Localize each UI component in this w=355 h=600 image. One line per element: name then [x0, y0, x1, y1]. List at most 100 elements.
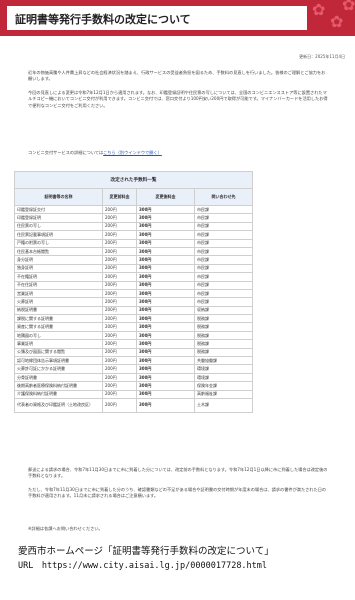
- row-contact: 市民課: [193, 230, 254, 240]
- row-contact: 市民課: [193, 280, 254, 290]
- row-fee-after: 300円: [136, 314, 195, 324]
- row-contact: 市民課: [193, 255, 254, 265]
- row-fee-after: 300円: [136, 397, 195, 413]
- flower-icon: ✿: [330, 12, 344, 31]
- convenience-info-line: コンビニ交付サービスの詳細についてはこちら（別ウインドウで開く）: [28, 150, 328, 156]
- page-title: 証明書等発行手数料の改定について: [15, 13, 191, 26]
- row-name: 認可地縁団体告示事項証明書: [14, 356, 103, 366]
- row-fee-after: 300円: [136, 238, 195, 248]
- row-contact: 市民課: [193, 288, 254, 299]
- row-fee-before: 200円: [102, 230, 137, 240]
- table-row: 独身証明 200円 300円 市民課: [14, 263, 254, 274]
- row-name: 納税証明書: [14, 305, 103, 316]
- row-fee-before: 200円: [102, 297, 137, 307]
- table-row: 火葬証明 200円 300円 市民課: [14, 297, 254, 307]
- table-caption: 改定された手数料一覧: [13, 171, 254, 189]
- row-contact: 共働協働課: [193, 356, 254, 366]
- row-contact: 高齢福祉課: [193, 389, 254, 400]
- row-fee-after: 300円: [136, 389, 195, 400]
- row-fee-before: 200円: [102, 204, 137, 215]
- row-fee-before: 200円: [102, 221, 137, 232]
- table-row: 身分証明 200円 300円 市民課: [14, 255, 254, 265]
- row-fee-before: 200円: [102, 263, 137, 274]
- table-row: 住民基本台帳閲覧 200円 300円 市民課: [14, 246, 254, 257]
- table-row: 分骨証明書 200円 300円 環境課: [14, 372, 254, 383]
- row-contact: 税務課: [193, 322, 254, 332]
- row-contact: 市民課: [193, 263, 254, 274]
- row-fee-after: 300円: [136, 213, 195, 223]
- table-row: 住民票記載事項証明 200円 300円 市民課: [14, 230, 254, 240]
- row-fee-before: 200円: [102, 272, 137, 282]
- row-fee-after: 300円: [136, 364, 195, 374]
- row-name: 課税に関する証明書: [14, 314, 103, 324]
- row-name: 事業証明: [14, 339, 103, 349]
- row-contact: 環境課: [193, 364, 254, 374]
- row-name: 介護保険料納付証明書: [14, 389, 103, 400]
- row-name: 不在住証明: [14, 280, 103, 290]
- row-fee-before: 200円: [102, 238, 137, 248]
- row-name: 公簿及び図面に関する閲覧: [14, 347, 103, 358]
- intro-paragraph-1: 近年の物価高騰や人件費上昇などの社会経済状況を踏まえ、行政サービスの受益者負担を…: [28, 70, 326, 82]
- row-name: 火葬許可証にかかる証明書: [14, 364, 103, 374]
- row-fee-before: 200円: [102, 339, 137, 349]
- row-fee-after: 300円: [136, 372, 195, 383]
- footer-url[interactable]: URL https://www.city.aisai.lg.jp/0000017…: [18, 559, 267, 571]
- column-header-contact: 問い合わせ先: [193, 188, 254, 206]
- row-contact: 市民課: [193, 272, 254, 282]
- convenience-info-text: コンビニ交付サービスの詳細については: [28, 150, 104, 155]
- mail-notice-1: 郵送による請求の場合、令和7年11月30日までに市に到着した分については、改定前…: [28, 467, 328, 479]
- row-fee-before: 200円: [102, 389, 137, 400]
- table-row: 代表者の資格及び印鑑証明（土地改良区） 200円 300円 土木課: [14, 397, 254, 413]
- row-name: 住民票の写し: [14, 221, 103, 232]
- table-header-row: 証明書等の名称 変更前料金 変更後料金 問い合わせ先: [14, 188, 254, 206]
- table-row: 介護保険料納付証明書 200円 300円 高齢福祉課: [14, 389, 254, 400]
- row-name: 印鑑登録証明: [14, 213, 103, 223]
- row-name: 分骨証明書: [14, 372, 103, 383]
- row-contact: 税務課: [193, 347, 254, 358]
- row-fee-before: 200円: [102, 288, 137, 299]
- row-contact: 税務課: [193, 339, 254, 349]
- row-fee-after: 300円: [136, 356, 195, 366]
- row-fee-after: 300円: [136, 381, 195, 391]
- row-fee-after: 300円: [136, 221, 195, 232]
- row-fee-before: 200円: [102, 372, 137, 383]
- table-row: 印鑑登録証明 200円 300円 市民課: [14, 213, 254, 223]
- row-name: 印鑑登録証交付: [14, 204, 103, 215]
- intro-paragraph-2: 今回の見直しによる変更は令和7年12月1日から適用されます。なお、印鑑登録証明や…: [28, 90, 328, 108]
- row-contact: 税務課: [193, 330, 254, 341]
- row-name: 資産に関する証明書: [14, 322, 103, 332]
- row-fee-before: 200円: [102, 213, 137, 223]
- row-fee-before: 200円: [102, 356, 137, 366]
- row-contact: 保険年金課: [193, 381, 254, 391]
- row-contact: 市民課: [193, 246, 254, 257]
- row-name: 身分証明: [14, 255, 103, 265]
- footer-caption: 愛西市ホームページ「証明書等発行手数料の改定について」: [18, 546, 274, 557]
- row-fee-before: 200円: [102, 280, 137, 290]
- title-box: 証明書等発行手数料の改定について: [4, 6, 307, 30]
- row-contact: 収納課: [193, 305, 254, 316]
- table-row: 課税に関する証明書 200円 300円 税務課: [14, 314, 254, 324]
- column-header-name: 証明書等の名称: [14, 188, 103, 206]
- row-fee-before: 200円: [102, 246, 137, 257]
- row-fee-after: 300円: [136, 288, 195, 299]
- row-fee-before: 200円: [102, 397, 137, 413]
- table-row: 不在籍証明 200円 300円 市民課: [14, 272, 254, 282]
- row-contact: 市民課: [193, 238, 254, 248]
- row-fee-after: 300円: [136, 347, 195, 358]
- row-fee-after: 300円: [136, 246, 195, 257]
- convenience-info-link[interactable]: こちら（別ウインドウで開く）: [103, 150, 162, 155]
- row-fee-after: 300円: [136, 280, 195, 290]
- table-row: 住民票の写し 200円 300円 市民課: [14, 221, 254, 232]
- row-fee-after: 300円: [136, 272, 195, 282]
- row-contact: 市民課: [193, 204, 254, 215]
- table-row: 地積図の写し 200円 300円 税務課: [14, 330, 254, 341]
- table-row: 事業証明 200円 300円 税務課: [14, 339, 254, 349]
- row-fee-after: 300円: [136, 263, 195, 274]
- row-fee-before: 200円: [102, 314, 137, 324]
- row-name: 独身証明: [14, 263, 103, 274]
- row-name: 住民基本台帳閲覧: [14, 246, 103, 257]
- row-contact: 税務課: [193, 314, 254, 324]
- table-row: 不在住証明 200円 300円 市民課: [14, 280, 254, 290]
- row-name: 住民票記載事項証明: [14, 230, 103, 240]
- table-caption-row: 改定された手数料一覧: [13, 171, 254, 189]
